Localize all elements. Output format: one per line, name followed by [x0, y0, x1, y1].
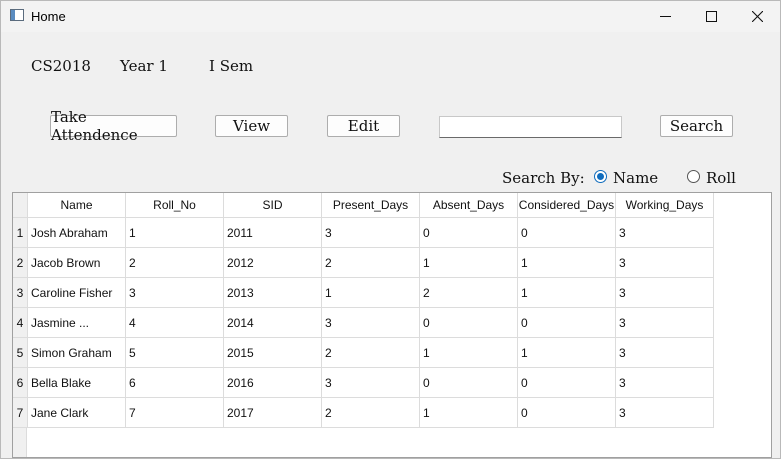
- semester-label: I Sem: [209, 57, 254, 75]
- cell-roll-no[interactable]: 6: [125, 367, 224, 398]
- cell-sid[interactable]: 2016: [223, 367, 322, 398]
- row-number[interactable]: 2: [13, 247, 28, 278]
- course-label: CS2018: [31, 57, 91, 75]
- cell-absent-days[interactable]: 1: [419, 397, 518, 428]
- cell-roll-no[interactable]: 3: [125, 277, 224, 308]
- search-by-label: Search By:: [502, 169, 585, 187]
- cell-absent-days[interactable]: 1: [419, 337, 518, 368]
- cell-name[interactable]: Jane Clark: [27, 397, 126, 428]
- maximize-icon: [705, 11, 717, 22]
- cell-working-days[interactable]: 3: [615, 367, 714, 398]
- table-row[interactable]: 7 Jane Clark 7 2017 2 1 0 3: [13, 397, 714, 428]
- cell-sid[interactable]: 2011: [223, 217, 322, 248]
- take-attendance-button[interactable]: Take Attendence: [50, 108, 177, 144]
- table-row[interactable]: 4 Jasmine ... 4 2014 3 0 0 3: [13, 307, 714, 338]
- cell-considered-days[interactable]: 0: [517, 217, 616, 248]
- cell-sid[interactable]: 2017: [223, 397, 322, 428]
- column-header-sid[interactable]: SID: [223, 193, 322, 218]
- cell-considered-days[interactable]: 1: [517, 277, 616, 308]
- cell-present-days[interactable]: 2: [321, 397, 420, 428]
- table-header-row: Name Roll_No SID Present_Days Absent_Day…: [13, 193, 714, 218]
- cell-name[interactable]: Caroline Fisher: [27, 277, 126, 308]
- cell-considered-days[interactable]: 0: [517, 397, 616, 428]
- cell-considered-days[interactable]: 1: [517, 247, 616, 278]
- cell-name[interactable]: Jasmine ...: [27, 307, 126, 338]
- app-icon: [10, 9, 24, 21]
- title-bar: Home: [1, 1, 780, 32]
- cell-considered-days[interactable]: 0: [517, 367, 616, 398]
- radio-roll-label[interactable]: Roll: [706, 169, 736, 187]
- radio-name-label[interactable]: Name: [613, 169, 658, 187]
- cell-considered-days[interactable]: 1: [517, 337, 616, 368]
- year-label: Year 1: [120, 57, 168, 75]
- window-title: Home: [31, 9, 66, 24]
- cell-present-days[interactable]: 2: [321, 247, 420, 278]
- cell-absent-days[interactable]: 0: [419, 307, 518, 338]
- table-row[interactable]: 2 Jacob Brown 2 2012 2 1 1 3: [13, 247, 714, 278]
- table-row[interactable]: 3 Caroline Fisher 3 2013 1 2 1 3: [13, 277, 714, 308]
- cell-present-days[interactable]: 1: [321, 277, 420, 308]
- cell-roll-no[interactable]: 4: [125, 307, 224, 338]
- main-window: Home CS2018 Year 1 I Sem Take Attendence…: [0, 0, 781, 459]
- cell-name[interactable]: Josh Abraham: [27, 217, 126, 248]
- edit-button[interactable]: Edit: [327, 115, 400, 137]
- cell-present-days[interactable]: 3: [321, 307, 420, 338]
- column-header-name[interactable]: Name: [27, 193, 126, 218]
- column-header-roll-no[interactable]: Roll_No: [125, 193, 224, 218]
- cell-working-days[interactable]: 3: [615, 247, 714, 278]
- cell-roll-no[interactable]: 5: [125, 337, 224, 368]
- cell-working-days[interactable]: 3: [615, 337, 714, 368]
- column-header-working-days[interactable]: Working_Days: [615, 193, 714, 218]
- attendance-table[interactable]: Name Roll_No SID Present_Days Absent_Day…: [12, 192, 772, 458]
- cell-working-days[interactable]: 3: [615, 217, 714, 248]
- cell-roll-no[interactable]: 2: [125, 247, 224, 278]
- cell-sid[interactable]: 2013: [223, 277, 322, 308]
- minimize-icon: [659, 16, 671, 17]
- column-header-absent-days[interactable]: Absent_Days: [419, 193, 518, 218]
- column-header-considered-days[interactable]: Considered_Days: [517, 193, 616, 218]
- cell-absent-days[interactable]: 0: [419, 217, 518, 248]
- table-row[interactable]: 5 Simon Graham 5 2015 2 1 1 3: [13, 337, 714, 368]
- cell-name[interactable]: Jacob Brown: [27, 247, 126, 278]
- search-input[interactable]: [439, 116, 622, 138]
- cell-working-days[interactable]: 3: [615, 277, 714, 308]
- radio-roll[interactable]: [687, 170, 700, 183]
- corner-cell[interactable]: [13, 193, 28, 218]
- cell-sid[interactable]: 2015: [223, 337, 322, 368]
- cell-absent-days[interactable]: 1: [419, 247, 518, 278]
- cell-sid[interactable]: 2014: [223, 307, 322, 338]
- table-row[interactable]: 6 Bella Blake 6 2016 3 0 0 3: [13, 367, 714, 398]
- row-number[interactable]: 6: [13, 367, 28, 398]
- cell-absent-days[interactable]: 0: [419, 367, 518, 398]
- cell-name[interactable]: Bella Blake: [27, 367, 126, 398]
- cell-sid[interactable]: 2012: [223, 247, 322, 278]
- row-number[interactable]: 4: [13, 307, 28, 338]
- row-number[interactable]: 5: [13, 337, 28, 368]
- cell-working-days[interactable]: 3: [615, 307, 714, 338]
- cell-name[interactable]: Simon Graham: [27, 337, 126, 368]
- cell-absent-days[interactable]: 2: [419, 277, 518, 308]
- cell-roll-no[interactable]: 1: [125, 217, 224, 248]
- close-icon: [751, 11, 763, 22]
- row-number[interactable]: 1: [13, 217, 28, 248]
- row-number[interactable]: 7: [13, 397, 28, 428]
- search-button[interactable]: Search: [660, 115, 733, 137]
- maximize-button[interactable]: [688, 1, 734, 32]
- row-number[interactable]: 3: [13, 277, 28, 308]
- cell-roll-no[interactable]: 7: [125, 397, 224, 428]
- column-header-present-days[interactable]: Present_Days: [321, 193, 420, 218]
- minimize-button[interactable]: [642, 1, 688, 32]
- close-button[interactable]: [734, 1, 780, 32]
- cell-present-days[interactable]: 3: [321, 367, 420, 398]
- view-button[interactable]: View: [215, 115, 288, 137]
- cell-present-days[interactable]: 3: [321, 217, 420, 248]
- radio-name[interactable]: [594, 170, 607, 183]
- table-row[interactable]: 1 Josh Abraham 1 2011 3 0 0 3: [13, 217, 714, 248]
- cell-present-days[interactable]: 2: [321, 337, 420, 368]
- cell-considered-days[interactable]: 0: [517, 307, 616, 338]
- cell-working-days[interactable]: 3: [615, 397, 714, 428]
